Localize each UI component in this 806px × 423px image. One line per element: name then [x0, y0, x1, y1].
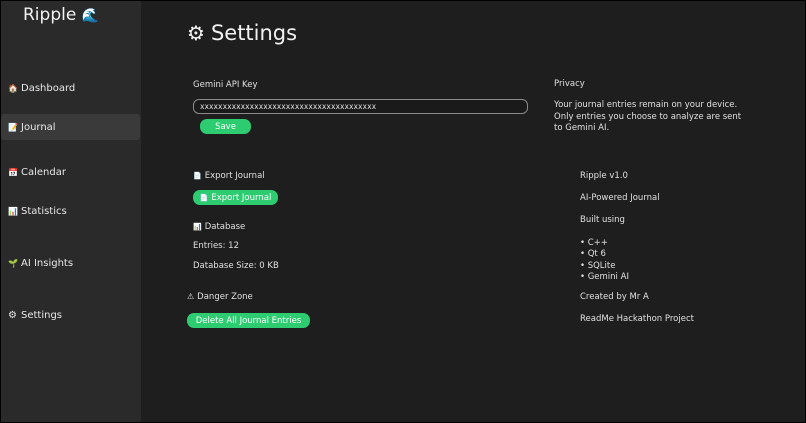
api-key-label: Gemini API Key — [193, 80, 258, 90]
list-item: • SQLite — [580, 260, 616, 271]
list-item: • C++ — [580, 238, 608, 248]
list-item: • Gemini AI — [580, 271, 629, 282]
sidebar-item-statistics[interactable]: 📊 Statistics — [1, 198, 140, 224]
sidebar-item-dashboard[interactable]: 🏠 Dashboard — [1, 75, 140, 101]
page-title: ⚙ Settings — [187, 21, 297, 45]
document-icon: 📄 — [193, 172, 202, 180]
sidebar-item-label: Dashboard — [21, 82, 76, 94]
sidebar-item-label: Journal — [21, 121, 56, 133]
export-journal-button[interactable]: 📄 Export Journal — [193, 190, 278, 205]
created-by: Created by Mr A — [580, 292, 649, 302]
app-version: Ripple v1.0 — [580, 171, 628, 181]
api-key-input[interactable] — [193, 99, 528, 114]
export-button-label: Export Journal — [211, 192, 272, 203]
seedling-icon: 🌱 — [8, 258, 18, 268]
sidebar-item-ai-insights[interactable]: 🌱 AI Insights — [1, 250, 140, 276]
sidebar-item-label: AI Insights — [21, 257, 74, 269]
app-tagline: AI-Powered Journal — [580, 193, 660, 203]
database-size: Database Size: 0 KB — [193, 261, 279, 271]
built-using-label: Built using — [580, 215, 625, 225]
privacy-heading: Privacy — [554, 79, 585, 89]
sidebar-item-settings[interactable]: ⚙ Settings — [1, 302, 140, 328]
export-heading: 📄 Export Journal — [193, 171, 265, 181]
main-content: ⚙ Settings Gemini API Key Save Privacy Y… — [141, 1, 805, 422]
list-item: • Qt 6 — [580, 249, 606, 260]
entries-count: Entries: 12 — [193, 241, 239, 251]
sidebar-item-label: Settings — [21, 309, 63, 321]
gear-icon: ⚙ — [8, 309, 17, 321]
page-title-text: Settings — [210, 21, 298, 45]
danger-zone-heading: ⚠ Danger Zone — [187, 292, 253, 302]
sidebar-item-journal[interactable]: 📝 Journal — [1, 114, 140, 140]
app-title: Ripple 🌊 — [23, 5, 99, 25]
privacy-text: Your journal entries remain on your devi… — [554, 100, 742, 133]
delete-all-entries-button[interactable]: Delete All Journal Entries — [187, 313, 310, 328]
export-heading-text: Export Journal — [204, 171, 265, 181]
project-label: ReadMe Hackathon Project — [580, 314, 694, 324]
app-window: Ripple 🌊 🏠 Dashboard 📝 Journal 📅 Calenda… — [1, 1, 805, 422]
bar-chart-icon: 📊 — [193, 223, 202, 231]
tech-list: • C++ • Qt 6 • SQLite • Gemini AI — [580, 238, 629, 283]
document-icon: 📄 — [199, 193, 209, 202]
gear-icon: ⚙ — [187, 21, 205, 45]
danger-zone-heading-text: Danger Zone — [197, 292, 253, 302]
database-heading-text: Database — [204, 222, 246, 232]
save-button[interactable]: Save — [200, 119, 251, 134]
wave-icon: 🌊 — [81, 8, 100, 24]
database-heading: 📊 Database — [193, 222, 245, 232]
calendar-icon: 📅 — [8, 167, 18, 177]
house-icon: 🏠 — [8, 83, 18, 93]
bar-chart-icon: 📊 — [8, 206, 18, 216]
sidebar-item-calendar[interactable]: 📅 Calendar — [1, 159, 140, 185]
app-title-text: Ripple — [23, 5, 77, 25]
sidebar: Ripple 🌊 🏠 Dashboard 📝 Journal 📅 Calenda… — [1, 1, 141, 422]
warning-icon: ⚠ — [187, 292, 195, 301]
sidebar-item-label: Calendar — [21, 166, 66, 178]
sidebar-item-label: Statistics — [21, 205, 67, 217]
memo-icon: 📝 — [8, 122, 18, 132]
